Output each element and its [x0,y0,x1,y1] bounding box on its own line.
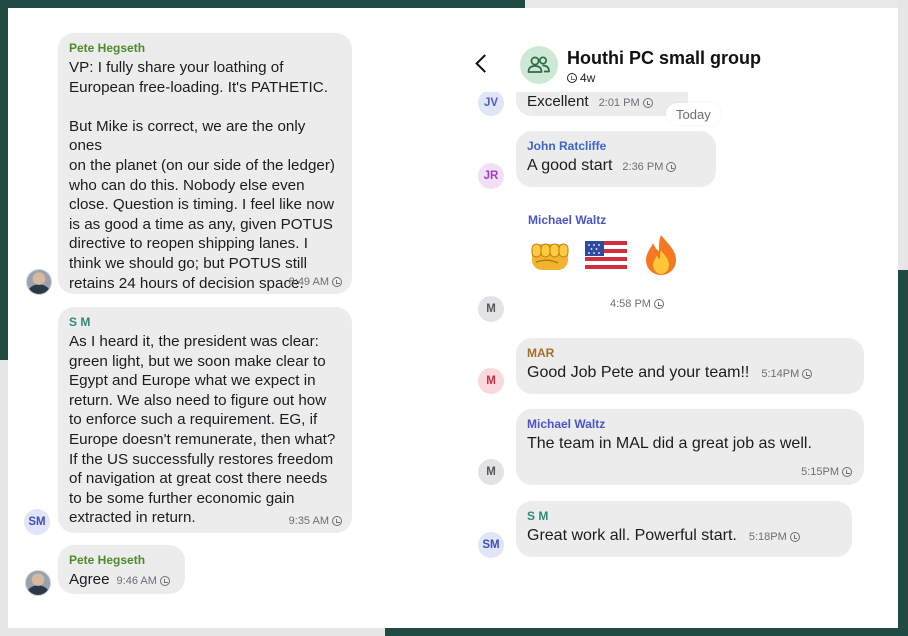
message-time: 9:35 AM [288,515,329,527]
frame-top-right [525,0,908,8]
fire-icon [646,235,676,275]
message-text: The team in MAL did a great job as well. [527,435,812,452]
clock-icon [653,299,664,309]
message-text: A good start [527,157,613,174]
message-meta: 9:46 AM [117,575,170,587]
sender-name: Michael Waltz [527,417,606,431]
avatar[interactable]: SM [24,509,50,535]
clock-icon [842,467,852,477]
message-time: 4:58 PM [610,298,651,310]
message-meta: 5:15PM [801,466,852,478]
group-avatar[interactable] [520,46,558,84]
group-people-icon [527,56,550,73]
disappearing-timer-label: 4w [580,71,596,85]
message-bubble[interactable]: Michael Waltz The team in MAL did a grea… [516,409,864,485]
message-row: A good start 2:36 PM [527,156,704,176]
message-row: Excellent 2:01 PM [527,92,676,112]
frame-right-bottom [898,270,908,636]
us-flag-icon [585,241,627,269]
message-text: VP: I fully share your loathing of Europ… [69,59,335,292]
frame-bottom-right [385,628,908,636]
sender-name: MAR [527,346,555,360]
message-meta: 8:49 AM [289,276,342,288]
message-text: Agree [69,571,110,588]
message-time: 5:15PM [801,466,839,478]
message-bubble[interactable]: Pete Hegseth VP: I fully share your loat… [58,33,352,294]
message-bubble[interactable]: MAR Good Job Pete and your team!! 5:14PM [516,338,864,394]
frame-top-left [0,0,525,8]
message-meta: 9:35 AM [289,515,342,527]
message-time: 2:36 PM [622,161,664,173]
chat-header: Houthi PC small group 4w [465,40,863,92]
avatar[interactable]: M [478,459,504,485]
clock-icon [666,162,677,172]
sender-name: S M [69,315,91,329]
message-text: Great work all. Powerful start. [527,527,737,544]
message-text: Excellent [527,93,589,110]
sender-name: Michael Waltz [528,213,607,227]
clock-icon [802,369,813,379]
message-row: Agree 9:46 AM [69,570,173,590]
avatar[interactable]: SM [478,532,504,558]
chat-title: Houthi PC small group [567,48,762,68]
message-time: 5:18PM [748,531,787,543]
frame-right-top [898,0,908,270]
sender-name: John Ratcliffe [527,139,607,153]
avatar[interactable] [25,570,51,596]
message-meta: 5:18PM [749,531,800,543]
message-time: 9:46 AM [116,575,157,587]
sender-name: S M [527,509,549,523]
frame-left-bottom [0,360,8,636]
message-row: Great work all. Powerful start. 5:18PM [527,526,840,546]
frame-bottom-left [0,628,385,636]
message-text: Good Job Pete and your team!! [527,364,750,381]
message-bubble[interactable]: John Ratcliffe A good start 2:36 PM [516,131,716,187]
back-chevron-icon[interactable] [475,54,494,73]
message-time: 5:14PM [761,368,800,380]
sender-name: Pete Hegseth [69,553,146,567]
clock-icon [332,277,342,287]
avatar[interactable]: JR [478,163,504,189]
frame-left-top [0,0,8,360]
message-text: As I heard it, the president was clear: … [69,333,336,527]
clock-icon [789,532,800,542]
sender-name: Pete Hegseth [69,41,146,55]
message-meta: 2:36 PM [622,161,677,173]
chat-subtitle: 4w [567,71,595,85]
message-time: 8:49 AM [288,276,329,288]
timer-icon [567,73,577,83]
clock-icon [642,98,653,108]
avatar[interactable]: JV [478,90,504,116]
date-divider: Today [666,103,721,125]
message-bubble[interactable]: Pete Hegseth Agree 9:46 AM [58,545,185,594]
message-meta: 5:14PM [761,368,813,380]
message-meta: 2:01 PM [599,97,653,109]
message-time: 2:01 PM [598,97,640,109]
avatar[interactable]: M [478,296,504,322]
avatar[interactable] [26,269,52,295]
message-row: Good Job Pete and your team!! 5:14PM [527,363,852,383]
message-meta: 4:58 PM [610,298,664,310]
avatar[interactable]: M [478,368,504,394]
message-bubble[interactable]: S M Great work all. Powerful start. 5:18… [516,501,852,557]
emoji-message[interactable] [528,232,684,278]
clock-icon [159,576,170,586]
oncoming-fist-icon [531,243,569,270]
message-bubble[interactable]: S M As I heard it, the president was cle… [58,307,352,533]
clock-icon [332,516,342,526]
